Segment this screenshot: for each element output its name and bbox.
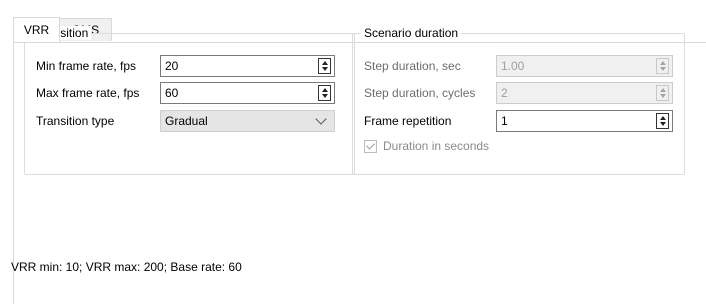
spin-up-icon[interactable] xyxy=(659,88,666,92)
max-frame-rate-spinbox[interactable]: 60 xyxy=(160,82,335,104)
spin-up-icon[interactable] xyxy=(321,88,328,92)
max-frame-rate-spin-buttons[interactable] xyxy=(318,85,331,101)
step-duration-cycles-spin-buttons[interactable] xyxy=(656,85,669,101)
transition-type-value: Gradual xyxy=(165,114,208,128)
step-duration-sec-spinbox[interactable]: 1.00 xyxy=(496,55,673,77)
spin-down-icon[interactable] xyxy=(321,67,328,71)
min-frame-rate-spinbox[interactable]: 20 xyxy=(160,55,335,77)
max-frame-rate-value: 60 xyxy=(165,86,179,100)
step-duration-sec-spin-buttons[interactable] xyxy=(656,58,669,74)
transition-group: Transition Min frame rate, fps 20 Max fr… xyxy=(24,26,355,175)
min-frame-rate-value: 20 xyxy=(165,59,179,73)
scenario-duration-group: Scenario duration Step duration, sec 1.0… xyxy=(352,26,685,175)
spin-up-icon[interactable] xyxy=(321,61,328,65)
frame-repetition-label: Frame repetition xyxy=(364,114,452,128)
spin-down-icon[interactable] xyxy=(659,122,666,126)
frame-repetition-spinbox[interactable]: 1 xyxy=(496,110,673,132)
tab-vrr[interactable]: VRR xyxy=(13,17,60,42)
frame-repetition-spin-buttons[interactable] xyxy=(656,113,669,129)
duration-in-seconds-label: Duration in seconds xyxy=(383,139,490,153)
vrr-settings-window: VRR QMS Transition Min frame rate, fps 2… xyxy=(0,0,706,304)
transition-type-dropdown[interactable]: Gradual xyxy=(160,110,335,132)
duration-in-seconds-checkbox-row[interactable]: Duration in seconds xyxy=(364,139,489,153)
step-duration-cycles-value: 2 xyxy=(501,86,508,100)
status-text: VRR min: 10; VRR max: 200; Base rate: 60 xyxy=(11,260,242,274)
spin-down-icon[interactable] xyxy=(659,94,666,98)
step-duration-cycles-label: Step duration, cycles xyxy=(364,86,476,100)
step-duration-sec-label: Step duration, sec xyxy=(364,59,461,73)
spin-up-icon[interactable] xyxy=(659,116,666,120)
min-frame-rate-spin-buttons[interactable] xyxy=(318,58,331,74)
scenario-duration-group-title: Scenario duration xyxy=(361,26,462,40)
frame-repetition-value: 1 xyxy=(501,114,508,128)
spin-down-icon[interactable] xyxy=(659,67,666,71)
step-duration-sec-value: 1.00 xyxy=(501,59,525,73)
max-frame-rate-label: Max frame rate, fps xyxy=(36,86,140,100)
min-frame-rate-label: Min frame rate, fps xyxy=(36,59,137,73)
chevron-down-icon xyxy=(315,113,327,125)
spin-up-icon[interactable] xyxy=(659,61,666,65)
spin-down-icon[interactable] xyxy=(321,94,328,98)
transition-type-label: Transition type xyxy=(36,114,115,128)
checkmark-icon xyxy=(365,140,376,150)
duration-in-seconds-checkbox[interactable] xyxy=(364,139,377,153)
step-duration-cycles-spinbox[interactable]: 2 xyxy=(496,82,673,104)
